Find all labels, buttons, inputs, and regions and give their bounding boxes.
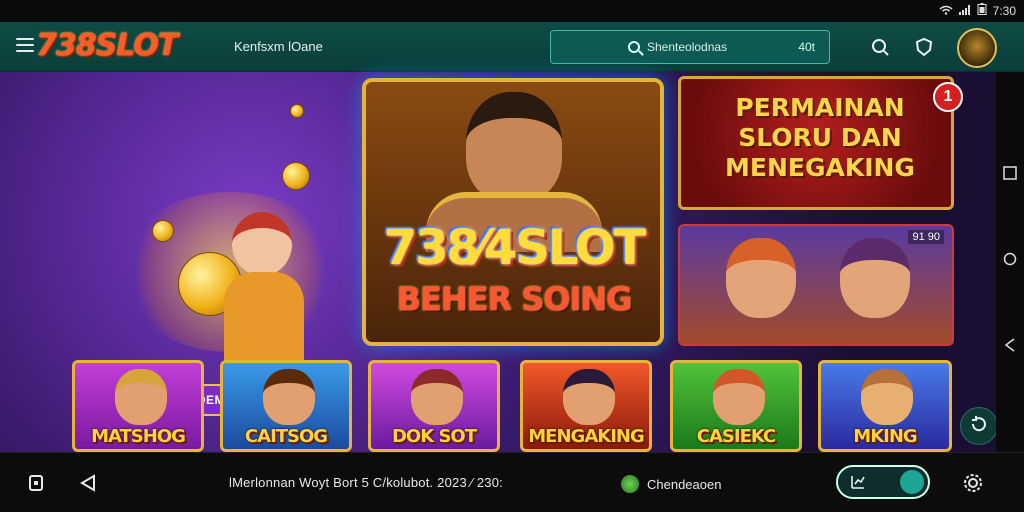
toggle-knob xyxy=(900,470,924,494)
notification-badge: 1 xyxy=(933,82,963,112)
search-icon[interactable] xyxy=(870,37,890,57)
battery-icon xyxy=(977,3,987,18)
coin-icon xyxy=(290,104,304,118)
menu-icon[interactable] xyxy=(16,38,34,52)
sponsor-text: Chendeaoen xyxy=(647,476,722,492)
card-tag: 91 90 xyxy=(908,230,944,244)
promo-title: PERMAINAN SLORU DAN MENEGAKING xyxy=(725,93,915,182)
wifi-icon xyxy=(939,4,953,18)
brand-logo[interactable]: 738SLOT xyxy=(36,28,178,63)
promo-card[interactable]: PERMAINAN SLORU DAN MENEGAKING xyxy=(678,76,954,210)
coin-icon xyxy=(152,220,174,242)
character-girl xyxy=(220,212,310,372)
back-icon[interactable] xyxy=(1003,338,1017,352)
back-arrow-icon[interactable] xyxy=(78,474,98,497)
recents-icon[interactable] xyxy=(1003,166,1017,180)
tile-character xyxy=(411,369,463,425)
tile-label: CAITSOG xyxy=(244,426,328,447)
feature-subtitle: BEHER SOING xyxy=(396,280,633,318)
leaf-icon xyxy=(621,475,639,493)
app-bar: 738SLOT Kenfsxm lOane Shenteolodnas 40t xyxy=(0,22,1024,72)
tile-label: MATSHOG xyxy=(91,426,186,447)
settings-icon[interactable] xyxy=(962,472,984,499)
search-text: Shenteolodnas xyxy=(647,40,728,54)
status-bar: 7:30 xyxy=(0,0,1024,22)
tile-label: CASIEKC xyxy=(696,426,776,447)
search-icon xyxy=(628,41,640,53)
refresh-button[interactable] xyxy=(960,407,998,445)
game-tile-4[interactable]: MENGAKING xyxy=(520,360,652,452)
home-icon[interactable] xyxy=(1003,252,1017,266)
character-left xyxy=(726,238,796,318)
game-tile-6[interactable]: MKING xyxy=(818,360,952,452)
refresh-icon xyxy=(970,415,988,438)
tile-label: DOK SOT xyxy=(391,426,477,447)
status-time: 7:30 xyxy=(992,3,1016,18)
signal-icon xyxy=(958,4,971,18)
tile-label: MKING xyxy=(853,426,917,447)
square-icon[interactable] xyxy=(28,474,44,497)
character-right xyxy=(840,238,910,318)
tile-character xyxy=(263,369,315,425)
mode-toggle[interactable] xyxy=(836,465,930,499)
coin-icon xyxy=(282,162,310,190)
game-tile-5[interactable]: CASIEKC xyxy=(670,360,802,452)
tile-character xyxy=(115,369,167,425)
shield-icon[interactable] xyxy=(914,37,934,57)
game-card-featured[interactable]: 91 90 xyxy=(678,224,954,346)
status-icons: 7:30 xyxy=(939,3,1016,18)
game-tile-2[interactable]: CAITSOG xyxy=(220,360,352,452)
game-tile-1[interactable]: MATSHOG xyxy=(72,360,204,452)
tile-character xyxy=(563,369,615,425)
tile-character xyxy=(713,369,765,425)
nav-label[interactable]: Kenfsxm lOane xyxy=(234,39,323,54)
system-nav-rail xyxy=(996,72,1024,452)
game-tile-3[interactable]: DOK SOT xyxy=(368,360,500,452)
feature-logo: 738⁄4SLOT xyxy=(383,220,647,276)
search-bar[interactable]: Shenteolodnas 40t xyxy=(550,30,830,64)
tile-label: MENGAKING xyxy=(528,426,644,447)
search-count: 40t xyxy=(798,40,815,54)
chart-icon xyxy=(850,474,866,490)
news-ticker: lMerlonnan Woyt Bort 5 C/kolubot. 2023 ⁄… xyxy=(229,475,503,490)
feature-banner[interactable]: 738⁄4SLOT BEHER SOING xyxy=(362,78,664,346)
avatar[interactable] xyxy=(957,28,997,68)
tile-character xyxy=(861,369,913,425)
character-hero xyxy=(466,92,562,202)
sponsor-link[interactable]: Chendeaoen xyxy=(621,475,721,493)
